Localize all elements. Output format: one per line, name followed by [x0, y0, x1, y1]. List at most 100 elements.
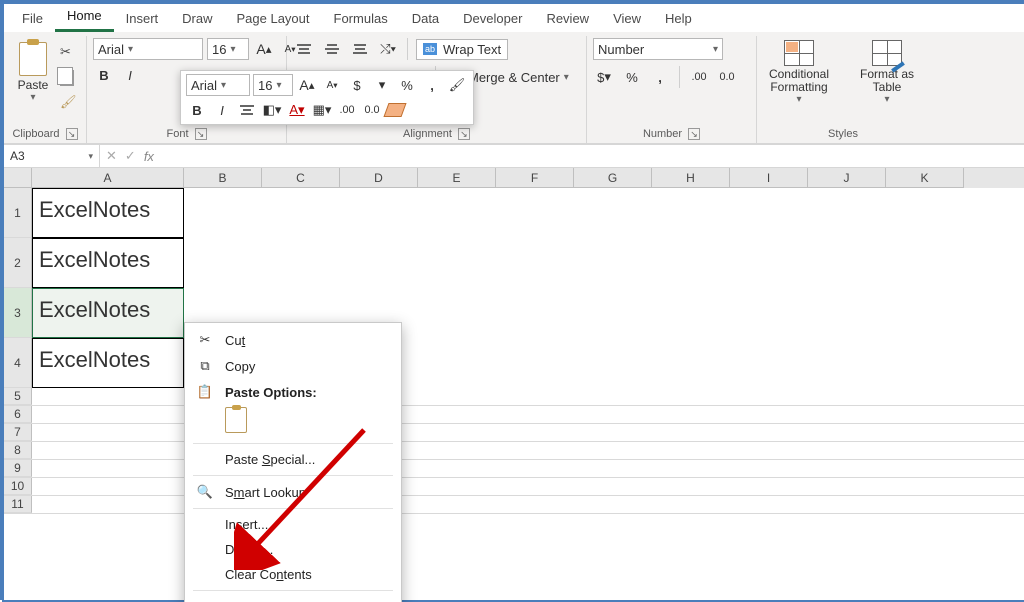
tab-home[interactable]: Home	[55, 4, 114, 32]
formula-input[interactable]: ✕✓fx	[100, 145, 1024, 167]
mini-bold-button[interactable]: B	[186, 99, 208, 121]
mini-font-name[interactable]: Arial▾	[186, 74, 250, 96]
bold-button[interactable]: B	[93, 64, 115, 86]
paste-option-icon	[225, 407, 247, 433]
tab-review[interactable]: Review	[534, 7, 601, 32]
row-header-7[interactable]: 7	[4, 424, 32, 441]
column-headers[interactable]: A B C D E F G H I J K	[32, 168, 1024, 188]
row-header-4[interactable]: 4	[4, 338, 32, 388]
row-header-2[interactable]: 2	[4, 238, 32, 288]
col-header-e[interactable]: E	[418, 168, 496, 188]
col-header-d[interactable]: D	[340, 168, 418, 188]
col-header-i[interactable]: I	[730, 168, 808, 188]
row-header-1[interactable]: 1	[4, 188, 32, 238]
tab-view[interactable]: View	[601, 7, 653, 32]
conditional-formatting-button[interactable]: Conditional Formatting ▾	[763, 40, 835, 105]
ctx-paste-special[interactable]: Paste Special...	[185, 447, 401, 472]
increase-decimal-icon[interactable]: .00	[688, 66, 710, 88]
align-top-icon[interactable]	[293, 40, 315, 58]
percent-format-icon[interactable]: %	[621, 66, 643, 88]
ctx-paste-default[interactable]	[185, 405, 401, 440]
number-format-combo[interactable]: Number▾	[593, 38, 723, 60]
col-header-h[interactable]: H	[652, 168, 730, 188]
col-header-c[interactable]: C	[262, 168, 340, 188]
tab-file[interactable]: File	[10, 7, 55, 32]
paste-button[interactable]: Paste ▾	[10, 38, 56, 103]
mini-font-size[interactable]: 16▾	[253, 74, 293, 96]
ctx-clear-contents[interactable]: Clear Contents	[185, 562, 401, 587]
mini-clear-format-icon[interactable]	[383, 103, 406, 117]
mini-increase-font-icon[interactable]: A▴	[296, 74, 318, 96]
ctx-smart-lookup[interactable]: 🔍Smart Lookup	[185, 479, 401, 505]
mini-border-icon[interactable]: ▦▾	[311, 99, 333, 121]
cell-a4[interactable]: ExcelNotes	[32, 338, 184, 388]
mini-italic-button[interactable]: I	[211, 99, 233, 121]
name-box[interactable]: A3▾	[4, 145, 100, 167]
tab-draw[interactable]: Draw	[170, 7, 224, 32]
col-header-a[interactable]: A	[32, 168, 184, 188]
row-header-9[interactable]: 9	[4, 460, 32, 477]
format-painter-icon[interactable]: 🖌	[60, 94, 78, 112]
ctx-cut[interactable]: ✂Cut	[185, 327, 401, 353]
font-launcher-icon[interactable]: ↘	[195, 128, 207, 140]
row-header-6[interactable]: 6	[4, 406, 32, 423]
tab-help[interactable]: Help	[653, 7, 704, 32]
worksheet[interactable]: A B C D E F G H I J K 1 ExcelNotes 2 Exc…	[4, 168, 1024, 598]
font-size-combo[interactable]: 16▾	[207, 38, 249, 60]
row-header-5[interactable]: 5	[4, 388, 32, 405]
mini-percent-icon[interactable]: %	[396, 74, 418, 96]
accounting-format-icon[interactable]: $ ▾	[593, 66, 615, 88]
col-header-b[interactable]: B	[184, 168, 262, 188]
menu-bar: File Home Insert Draw Page Layout Formul…	[4, 4, 1024, 32]
col-header-j[interactable]: J	[808, 168, 886, 188]
col-header-k[interactable]: K	[886, 168, 964, 188]
mini-increase-decimal-icon[interactable]: .00	[336, 99, 358, 121]
mini-align-icon[interactable]	[236, 101, 258, 119]
cut-icon[interactable]: ✂	[60, 44, 78, 62]
mini-font-color-icon[interactable]: A▾	[286, 99, 308, 121]
comma-format-icon[interactable]: ,	[649, 66, 671, 88]
cell-a1[interactable]: ExcelNotes	[32, 188, 184, 238]
mini-separator: ▾	[371, 74, 393, 96]
ctx-copy[interactable]: ⧉Copy	[185, 353, 401, 379]
select-all-corner[interactable]	[4, 168, 32, 188]
number-launcher-icon[interactable]: ↘	[688, 128, 700, 140]
ribbon: Paste ▾ ✂ 🖌 Clipboard↘ Arial▾ 16▾ A▴ A▾ …	[4, 32, 1024, 144]
mini-decrease-font-icon[interactable]: A▾	[321, 74, 343, 96]
decrease-decimal-icon[interactable]: 0.0	[716, 66, 738, 88]
tab-data[interactable]: Data	[400, 7, 451, 32]
format-as-table-button[interactable]: Format as Table ▾	[851, 40, 923, 105]
wrap-text-button[interactable]: abWrap Text	[416, 39, 508, 60]
increase-font-icon[interactable]: A▴	[253, 38, 275, 60]
row-header-10[interactable]: 10	[4, 478, 32, 495]
scissors-icon: ✂	[195, 332, 215, 348]
copy-icon[interactable]	[60, 70, 74, 86]
font-name-combo[interactable]: Arial▾	[93, 38, 203, 60]
mini-fill-color-icon[interactable]: ◧▾	[261, 99, 283, 121]
orientation-icon[interactable]: ⤭▾	[377, 38, 399, 60]
italic-button[interactable]: I	[119, 64, 141, 86]
tab-formulas[interactable]: Formulas	[322, 7, 400, 32]
mini-decrease-decimal-icon[interactable]: 0.0	[361, 99, 383, 121]
align-bottom-icon[interactable]	[349, 40, 371, 58]
tab-insert[interactable]: Insert	[114, 7, 171, 32]
tab-page-layout[interactable]: Page Layout	[225, 7, 322, 32]
ctx-delete[interactable]: Delete...	[185, 537, 401, 562]
row-header-3[interactable]: 3	[4, 288, 32, 338]
row-header-11[interactable]: 11	[4, 496, 32, 513]
alignment-launcher-icon[interactable]: ↘	[458, 128, 470, 140]
mini-comma-icon[interactable]: ,	[421, 74, 443, 96]
ctx-insert[interactable]: Insert...	[185, 512, 401, 537]
row-header-8[interactable]: 8	[4, 442, 32, 459]
mini-format-painter-icon[interactable]: 🖌	[446, 74, 468, 96]
clipboard-launcher-icon[interactable]: ↘	[66, 128, 78, 140]
cell-a3[interactable]: ExcelNotes	[32, 288, 184, 338]
col-header-g[interactable]: G	[574, 168, 652, 188]
tab-developer[interactable]: Developer	[451, 7, 534, 32]
mini-accounting-icon[interactable]: $	[346, 74, 368, 96]
ctx-translate[interactable]: ⇆Translate	[185, 594, 401, 602]
group-clipboard: Paste ▾ ✂ 🖌 Clipboard↘	[4, 36, 87, 143]
col-header-f[interactable]: F	[496, 168, 574, 188]
cell-a2[interactable]: ExcelNotes	[32, 238, 184, 288]
align-middle-icon[interactable]	[321, 40, 343, 58]
